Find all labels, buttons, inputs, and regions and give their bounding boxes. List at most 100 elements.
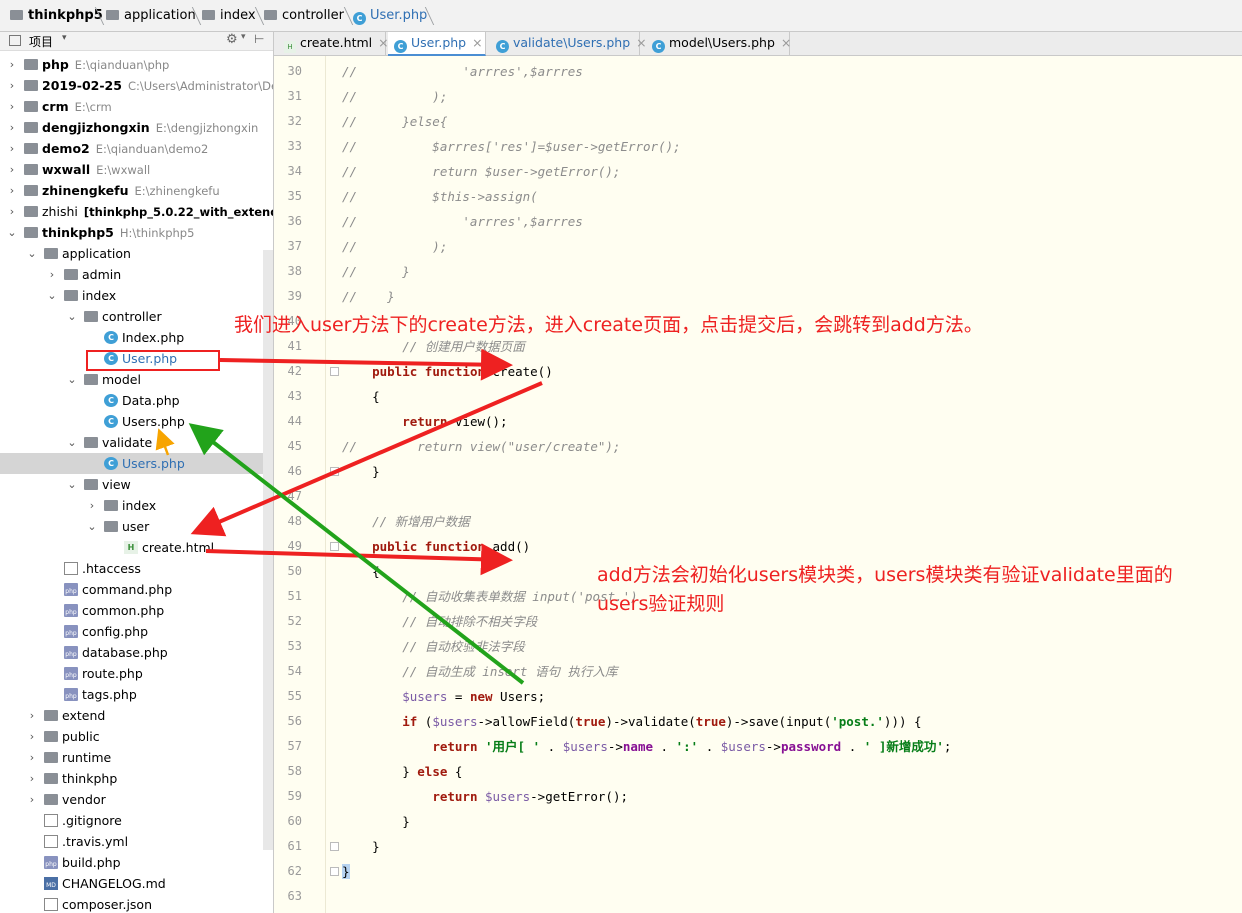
chevron-right-icon[interactable]: › bbox=[26, 747, 38, 768]
tree-item[interactable]: php route.php bbox=[0, 663, 273, 684]
tree-item[interactable]: › admin bbox=[0, 264, 273, 285]
close-icon[interactable]: × bbox=[781, 35, 791, 50]
tree-item[interactable]: composer.json bbox=[0, 894, 273, 913]
chevron-down-icon[interactable]: ⌄ bbox=[66, 474, 78, 495]
gear-icon[interactable]: ⚙ bbox=[226, 32, 238, 47]
chevron-right-icon[interactable]: › bbox=[6, 159, 18, 180]
tree-item[interactable]: › thinkphp bbox=[0, 768, 273, 789]
breadcrumb-application[interactable]: application bbox=[106, 0, 196, 32]
tree-item[interactable]: › demo2 E:\qianduan\demo2 bbox=[0, 138, 273, 159]
tree-item[interactable]: ⌄ thinkphp5 H:\thinkphp5 bbox=[0, 222, 273, 243]
tree-item[interactable]: php command.php bbox=[0, 579, 273, 600]
tree-item[interactable]: › runtime bbox=[0, 747, 273, 768]
chevron-right-icon[interactable]: › bbox=[26, 726, 38, 747]
tree-item[interactable]: C Data.php bbox=[0, 390, 273, 411]
chevron-down-icon[interactable]: ⌄ bbox=[86, 516, 98, 537]
breadcrumb-index[interactable]: index bbox=[202, 0, 256, 32]
tree-item[interactable]: › 2019-02-25C:\Users\Administrator\Desk bbox=[0, 75, 273, 96]
close-icon[interactable]: × bbox=[472, 35, 482, 50]
class-icon: C bbox=[353, 12, 366, 25]
fold-marker[interactable] bbox=[330, 367, 339, 376]
tree-item[interactable]: php database.php bbox=[0, 642, 273, 663]
chevron-down-icon[interactable]: ⌄ bbox=[6, 222, 18, 243]
editor-tabs: Hcreate.html × C User.php × Cvalidate\Users… bbox=[274, 32, 1242, 56]
chevron-right-icon[interactable]: › bbox=[26, 705, 38, 726]
line-number: 55 bbox=[287, 689, 302, 703]
tree-item[interactable]: php build.php bbox=[0, 852, 273, 873]
tab-model-users-php[interactable]: Cmodel\Users.php × bbox=[646, 32, 791, 56]
collapse-icon[interactable]: ⊢ bbox=[254, 32, 264, 46]
tree-item[interactable]: C Users.php bbox=[0, 453, 273, 474]
fold-marker[interactable] bbox=[330, 542, 339, 551]
tree-item[interactable]: ⌄ user bbox=[0, 516, 273, 537]
breadcrumb-controller[interactable]: controller bbox=[264, 0, 344, 32]
chevron-down-icon[interactable]: ⌄ bbox=[46, 285, 58, 306]
chevron-right-icon[interactable]: › bbox=[26, 768, 38, 789]
tree-item[interactable]: ⌄ controller bbox=[0, 306, 273, 327]
tree-item[interactable]: php tags.php bbox=[0, 684, 273, 705]
chevron-right-icon[interactable]: › bbox=[86, 495, 98, 516]
tree-item[interactable]: › dengjizhongxin E:\dengjizhongxin bbox=[0, 117, 273, 138]
tree-item[interactable]: php config.php bbox=[0, 621, 273, 642]
code-line: // 自动校验非法字段 bbox=[342, 639, 525, 654]
chevron-down-icon[interactable]: ⌄ bbox=[66, 306, 78, 327]
dropdown-icon[interactable]: ▾ bbox=[62, 33, 67, 43]
tree-item[interactable]: .travis.yml bbox=[0, 831, 273, 852]
tree-item[interactable]: Hcreate.html bbox=[0, 537, 273, 558]
chevron-down-icon[interactable]: ⌄ bbox=[66, 432, 78, 453]
project-title[interactable]: 项目 bbox=[29, 33, 53, 50]
chevron-right-icon[interactable]: › bbox=[6, 180, 18, 201]
chevron-right-icon[interactable]: › bbox=[6, 117, 18, 138]
tree-item[interactable]: .htaccess bbox=[0, 558, 273, 579]
tab-validate-users-php[interactable]: Cvalidate\Users.php × bbox=[490, 32, 647, 56]
tree-item[interactable]: › extend bbox=[0, 705, 273, 726]
tree-item[interactable]: C User.php bbox=[0, 348, 273, 369]
breadcrumb-thinkphp5[interactable]: thinkphp5 bbox=[10, 0, 103, 32]
code-editor[interactable]: 30 31 32 33 34 35 36 37 38 39 40 41 42 43 44 45 46 47 48 49… bbox=[274, 56, 1242, 913]
tree-item[interactable]: › crm E:\crm bbox=[0, 96, 273, 117]
chevron-right-icon[interactable]: › bbox=[26, 789, 38, 810]
chevron-right-icon[interactable]: › bbox=[6, 138, 18, 159]
chevron-down-icon[interactable]: ⌄ bbox=[26, 243, 38, 264]
tree-item[interactable]: › wxwall E:\wxwall bbox=[0, 159, 273, 180]
chevron-right-icon[interactable]: › bbox=[6, 75, 18, 96]
tree-item[interactable]: MD CHANGELOG.md bbox=[0, 873, 273, 894]
chevron-down-icon[interactable]: ⌄ bbox=[66, 369, 78, 390]
tree-item-label: view bbox=[102, 477, 131, 492]
tab-create-html[interactable]: Hcreate.html × bbox=[278, 32, 389, 56]
settings-dropdown-icon[interactable]: ▾ bbox=[241, 32, 246, 42]
tree-item[interactable]: C Index.php bbox=[0, 327, 273, 348]
tree-item[interactable]: › php E:\qianduan\php bbox=[0, 54, 273, 75]
tree-item[interactable]: php common.php bbox=[0, 600, 273, 621]
tree-item[interactable]: ⌄ validate bbox=[0, 432, 273, 453]
tree-item[interactable]: ⌄ application bbox=[0, 243, 273, 264]
fold-marker[interactable] bbox=[330, 867, 339, 876]
folder-icon bbox=[44, 794, 58, 805]
chevron-right-icon[interactable]: › bbox=[6, 54, 18, 75]
tree-item[interactable]: › vendor bbox=[0, 789, 273, 810]
tree-item[interactable]: ⌄ index bbox=[0, 285, 273, 306]
tree-item[interactable]: ⌄ model bbox=[0, 369, 273, 390]
tree-item[interactable]: › zhinengkefu E:\zhinengkefu bbox=[0, 180, 273, 201]
class-icon: C bbox=[104, 457, 118, 470]
tree-item[interactable]: › zhishi[thinkphp_5.0.22_with_extend-1] bbox=[0, 201, 273, 222]
chevron-right-icon[interactable]: › bbox=[46, 264, 58, 285]
tree-item[interactable]: .gitignore bbox=[0, 810, 273, 831]
tree-item[interactable]: › public bbox=[0, 726, 273, 747]
code-line: } bbox=[342, 839, 380, 854]
line-number: 61 bbox=[287, 839, 302, 853]
tree-item[interactable]: › index bbox=[0, 495, 273, 516]
sidebar-scrollbar[interactable] bbox=[263, 250, 273, 850]
tree-item[interactable]: ⌄ view bbox=[0, 474, 273, 495]
folder-icon bbox=[84, 479, 98, 490]
fold-marker[interactable] bbox=[330, 842, 339, 851]
line-number: 41 bbox=[287, 339, 302, 353]
chevron-right-icon[interactable]: › bbox=[6, 201, 18, 222]
tab-user-php[interactable]: C User.php × bbox=[388, 32, 486, 56]
breadcrumb-user-php[interactable]: C User.php bbox=[353, 0, 427, 32]
chevron-right-icon[interactable]: › bbox=[6, 96, 18, 117]
fold-marker[interactable] bbox=[330, 467, 339, 476]
tree-item[interactable]: C Users.php bbox=[0, 411, 273, 432]
line-number: 43 bbox=[287, 389, 302, 403]
tree-item-label: zhishi[thinkphp_5.0.22_with_extend-1] bbox=[42, 204, 273, 219]
